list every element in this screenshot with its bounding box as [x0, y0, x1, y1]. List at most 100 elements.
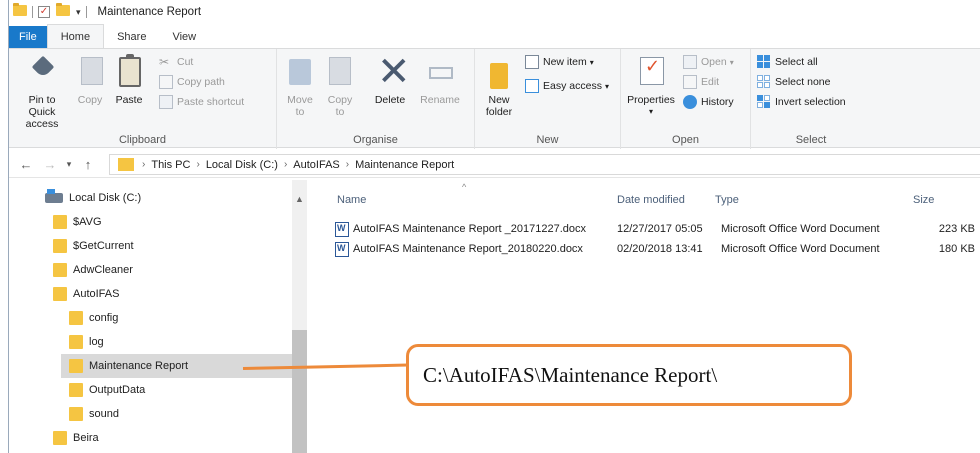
paste-shortcut-button[interactable]: Paste shortcut — [159, 95, 244, 109]
address-box[interactable]: › This PC › Local Disk (C:) › AutoIFAS ›… — [109, 154, 980, 175]
select-none-label: Select none — [775, 76, 831, 88]
navigation-pane: Local Disk (C:) $AVG $GetCurrent AdwClea… — [9, 180, 307, 453]
tree-item-label: config — [89, 312, 119, 324]
history-button[interactable]: History — [683, 95, 734, 109]
tree-item-log[interactable]: log — [69, 330, 285, 354]
new-item-icon — [525, 55, 539, 69]
window-title: Maintenance Report — [97, 6, 202, 18]
pin-to-quick-access-button[interactable]: Pin to Quick access — [15, 53, 69, 130]
chevron-right-icon[interactable]: › — [346, 159, 349, 170]
tree-item-label: Maintenance Report — [89, 360, 189, 372]
select-none-button[interactable]: Select none — [757, 75, 830, 89]
copy-to-button[interactable]: Copy to — [323, 53, 357, 118]
paste-shortcut-label: Paste shortcut — [177, 96, 245, 108]
invert-selection-icon — [757, 95, 771, 109]
back-arrow-icon[interactable]: ← — [17, 157, 35, 172]
copy-label: Copy — [77, 94, 103, 106]
file-type: Microsoft Office Word Document — [721, 223, 880, 235]
tree-item-outputdata[interactable]: OutputData — [69, 378, 285, 402]
edit-button[interactable]: Edit — [683, 75, 719, 89]
tree-item-local-disk[interactable]: Local Disk (C:) — [45, 186, 285, 210]
select-none-icon — [757, 75, 771, 89]
address-bar: ← → ▾ ↑ › This PC › Local Disk (C:) › Au… — [9, 152, 980, 178]
move-to-button[interactable]: Move to — [283, 53, 317, 118]
paste-button[interactable]: Paste — [109, 53, 149, 106]
column-header-size[interactable]: Size — [913, 194, 934, 206]
new-item-button[interactable]: New item ▾ — [525, 55, 594, 69]
new-folder-icon — [482, 53, 516, 91]
file-size: 180 KB — [938, 243, 975, 255]
scissors-icon: ✂ — [159, 55, 170, 69]
invert-selection-label: Invert selection — [775, 96, 846, 108]
crumb-local-disk[interactable]: Local Disk (C:) — [206, 159, 278, 171]
properties-qat-icon[interactable]: ✓ — [38, 6, 50, 18]
chevron-right-icon[interactable]: › — [196, 159, 199, 170]
folder-icon — [53, 431, 67, 445]
delete-x-icon: ✕ — [377, 49, 411, 95]
crumb-this-pc[interactable]: This PC — [151, 159, 190, 171]
rename-button[interactable]: Rename — [415, 53, 465, 106]
new-folder-qat-icon[interactable] — [56, 3, 70, 19]
copy-icon — [73, 53, 107, 91]
folder-icon — [53, 239, 67, 253]
open-label: Open — [701, 56, 727, 68]
open-group-label: Open — [672, 134, 699, 146]
tree-item-adwcleaner[interactable]: AdwCleaner — [53, 258, 285, 282]
file-row[interactable]: AutoIFAS Maintenance Report _20171227.do… — [335, 220, 980, 240]
properties-button[interactable]: Properties ▾ — [625, 53, 677, 118]
properties-icon — [634, 53, 668, 91]
column-header-type[interactable]: Type — [715, 194, 739, 206]
open-group: Properties ▾ Open ▾ Edit History Open — [621, 49, 751, 149]
drive-icon — [45, 189, 63, 203]
up-arrow-icon[interactable]: ↑ — [79, 157, 97, 172]
tree-item-sound[interactable]: sound — [69, 402, 285, 426]
tree-item-beira[interactable]: Beira — [53, 426, 285, 450]
customize-qat-chevron-icon[interactable]: ▾ — [76, 7, 81, 18]
file-row[interactable]: AutoIFAS Maintenance Report_20180220.doc… — [335, 240, 980, 260]
tab-home[interactable]: Home — [46, 24, 105, 48]
scroll-up-icon[interactable]: ▲ — [292, 194, 307, 204]
copy-path-button[interactable]: Copy path — [159, 75, 225, 89]
tree-item-avg[interactable]: $AVG — [53, 210, 285, 234]
edit-label: Edit — [701, 76, 720, 88]
select-all-label: Select all — [775, 56, 818, 68]
chevron-down-icon: ▾ — [604, 81, 609, 91]
crumb-maintenance-report[interactable]: Maintenance Report — [355, 159, 454, 171]
chevron-right-icon[interactable]: › — [284, 159, 287, 170]
select-group: Select all Select none Invert selection … — [751, 49, 871, 149]
clipboard-icon — [112, 53, 146, 91]
invert-selection-button[interactable]: Invert selection — [757, 95, 846, 109]
path-callout: C:\AutoIFAS\Maintenance Report\ — [406, 344, 852, 406]
delete-button[interactable]: ✕ Delete — [369, 49, 411, 106]
forward-arrow-icon[interactable]: → — [41, 157, 59, 172]
clipboard-group: Pin to Quick access Copy Paste ✂ Cut Cop… — [9, 49, 277, 149]
tree-item-autoifas[interactable]: AutoIFAS — [53, 282, 285, 306]
easy-access-button[interactable]: Easy access ▾ — [525, 79, 609, 93]
tree-item-config[interactable]: config — [69, 306, 285, 330]
copy-button[interactable]: Copy — [75, 53, 105, 106]
tab-file[interactable]: File — [9, 26, 47, 48]
tab-view[interactable]: View — [159, 26, 209, 48]
tree-item-getcurrent[interactable]: $GetCurrent — [53, 234, 285, 258]
tree-item-label: OutputData — [89, 384, 146, 396]
file-name: AutoIFAS Maintenance Report_20180220.doc… — [353, 243, 583, 255]
cut-button[interactable]: ✂ Cut — [159, 55, 193, 69]
recent-locations-chevron-icon[interactable]: ▾ — [63, 159, 75, 170]
paste-shortcut-icon — [159, 95, 173, 109]
tab-share[interactable]: Share — [104, 26, 159, 48]
history-icon — [683, 95, 697, 109]
chevron-down-icon: ▾ — [729, 57, 734, 67]
folder-icon — [69, 407, 83, 421]
column-header-name[interactable]: Name — [337, 194, 366, 206]
tree-item-label: AdwCleaner — [73, 264, 133, 276]
crumb-autoifas[interactable]: AutoIFAS — [293, 159, 339, 171]
chevron-down-icon: ▾ — [589, 57, 594, 67]
column-header-date[interactable]: Date modified — [617, 194, 685, 206]
nav-scrollbar-thumb[interactable] — [292, 330, 307, 453]
chevron-right-icon[interactable]: › — [142, 159, 145, 170]
folder-icon — [118, 158, 134, 171]
new-folder-button[interactable]: New folder — [479, 53, 519, 118]
select-all-button[interactable]: Select all — [757, 55, 818, 69]
open-button[interactable]: Open ▾ — [683, 55, 734, 69]
new-item-label: New item — [543, 56, 587, 68]
